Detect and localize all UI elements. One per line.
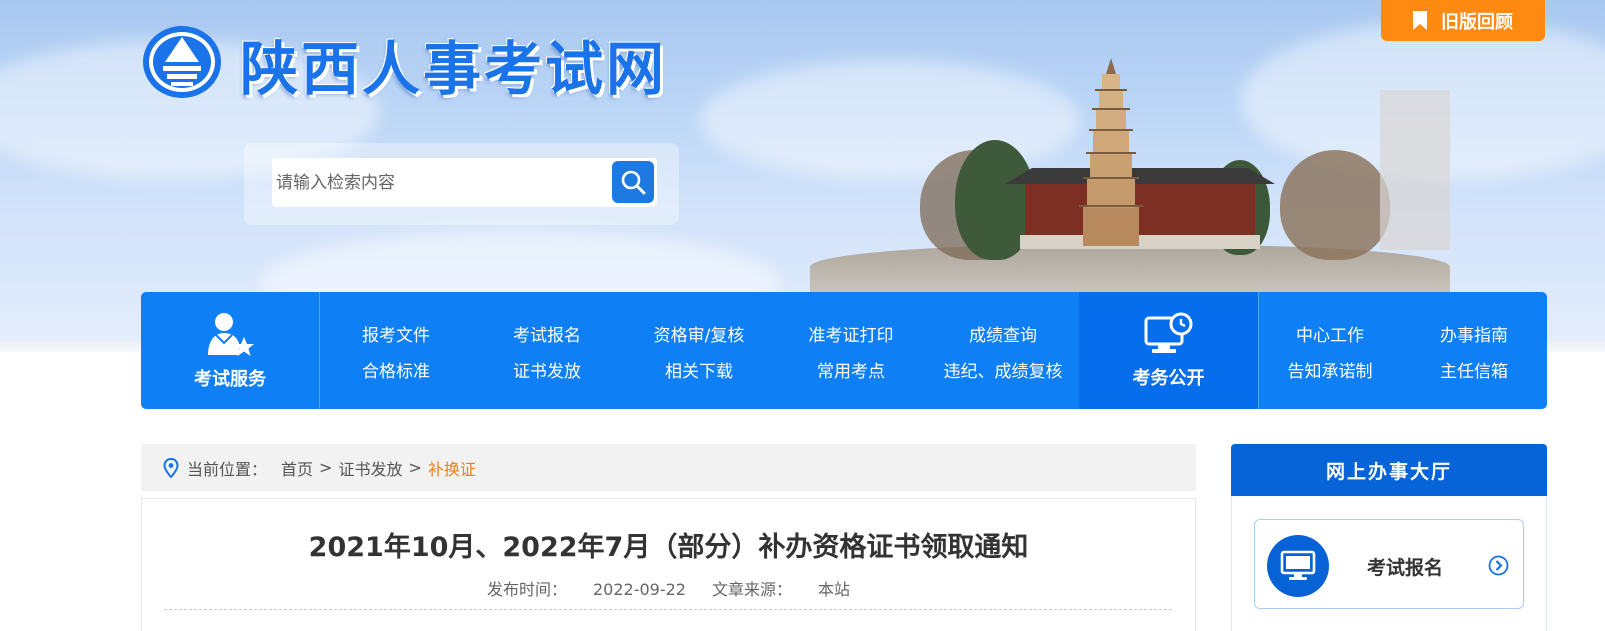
site-logo[interactable]: [141, 24, 223, 100]
publish-label: 发布时间：: [486, 580, 567, 599]
article-divider: [164, 609, 1172, 610]
nav-link[interactable]: 合格标准: [362, 357, 430, 382]
nav-link[interactable]: 相关下载: [665, 357, 733, 382]
monitor-clock-icon: [1144, 312, 1192, 353]
exam-affairs-block[interactable]: 考务公开: [1079, 292, 1258, 409]
nav-link[interactable]: 办事指南: [1440, 321, 1508, 346]
nav-link[interactable]: 主任信箱: [1440, 357, 1508, 382]
nav-link[interactable]: 常用考点: [817, 357, 885, 382]
user-star-icon: [208, 312, 254, 356]
arrow-right-circle-icon[interactable]: [1488, 555, 1509, 576]
main-nav: 考试服务 报考文件 考试报名 资格审/复核 准考证打印 成绩查询 合格标准 证书…: [141, 292, 1547, 409]
nav-link[interactable]: 成绩查询: [969, 321, 1037, 346]
article-panel: 2021年10月、2022年7月（部分）补办资格证书领取通知 发布时间： 2022…: [141, 498, 1196, 631]
publish-info: 发布时间： 2022-09-22: [487, 580, 686, 599]
article-title: 2021年10月、2022年7月（部分）补办资格证书领取通知: [308, 532, 1029, 563]
publish-date: 2022-09-22: [593, 580, 686, 599]
search-button[interactable]: [612, 161, 654, 203]
online-hall-header: 网上办事大厅: [1231, 444, 1547, 496]
breadcrumb-separator: >: [408, 458, 422, 477]
search-icon: [621, 170, 646, 195]
exam-services-block[interactable]: 考试服务: [141, 292, 319, 409]
nav-divider: [1258, 292, 1259, 409]
exam-registration-card[interactable]: 考试报名: [1254, 519, 1524, 609]
breadcrumb-certificate-link[interactable]: 证书发放: [338, 456, 402, 480]
nav-link[interactable]: 资格审/复核: [654, 321, 745, 346]
nav-link[interactable]: 考试报名: [513, 321, 581, 346]
breadcrumb: 当前位置： 首页 > 证书发放 > 补换证: [141, 444, 1196, 491]
search-input[interactable]: [272, 158, 657, 207]
source-value: 本站: [818, 580, 851, 599]
old-version-button[interactable]: 旧版回顾: [1381, 0, 1545, 41]
exam-services-label: 考试服务: [194, 368, 266, 390]
source-info: 文章来源： 本站: [712, 580, 850, 599]
breadcrumb-separator: >: [319, 458, 333, 477]
breadcrumb-home-link[interactable]: 首页: [281, 456, 313, 480]
pagoda-illustration: [1079, 58, 1143, 246]
article-meta: 发布时间： 2022-09-22 文章来源： 本站: [142, 576, 1195, 600]
nav-divider: [319, 292, 320, 409]
nav-link[interactable]: 报考文件: [362, 321, 430, 346]
breadcrumb-prefix: 当前位置：: [187, 459, 268, 479]
old-version-label: 旧版回顾: [1441, 11, 1513, 33]
bookmark-icon: [1413, 11, 1427, 30]
nav-link[interactable]: 中心工作: [1296, 321, 1364, 346]
nav-link[interactable]: 违纪、成绩复核: [944, 357, 1063, 382]
nav-link[interactable]: 证书发放: [513, 357, 581, 382]
site-title: 陕西人事考试网: [240, 35, 668, 103]
breadcrumb-current: 补换证: [427, 459, 476, 479]
nav-link[interactable]: 告知承诺制: [1288, 357, 1373, 382]
exam-affairs-label: 考务公开: [1132, 367, 1205, 389]
location-pin-icon: [163, 457, 179, 478]
exam-registration-label: 考试报名: [1367, 557, 1444, 579]
source-label: 文章来源：: [711, 580, 792, 599]
monitor-icon: [1267, 535, 1329, 597]
nav-link[interactable]: 准考证打印: [809, 321, 894, 346]
